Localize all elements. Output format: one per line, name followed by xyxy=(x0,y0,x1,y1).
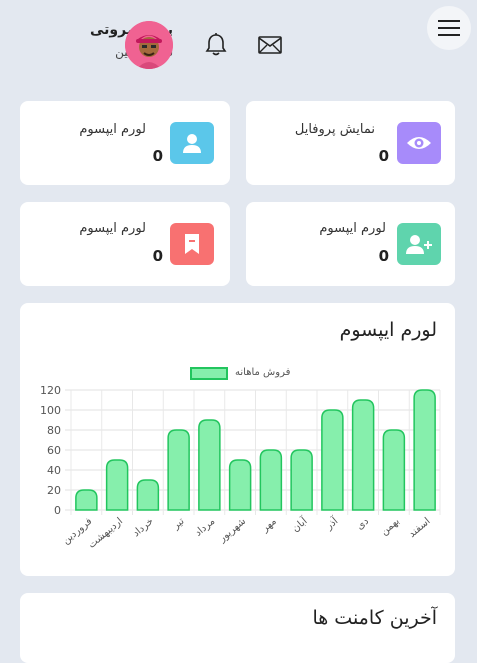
y-tick-label: 40 xyxy=(47,464,61,477)
comments-title: آخرین کامنت ها xyxy=(312,607,437,629)
bar xyxy=(382,429,406,511)
x-tick-label: خرداد xyxy=(131,516,156,539)
bar xyxy=(351,399,375,511)
x-tick-label: مهر xyxy=(259,516,279,535)
y-tick-label: 100 xyxy=(40,404,61,417)
bar xyxy=(105,459,129,511)
y-tick-label: 20 xyxy=(47,484,61,497)
x-tick-label: شهریور xyxy=(216,516,248,545)
y-tick-label: 80 xyxy=(47,424,61,437)
bar-chart: 020406080100120فروردیناردیبهشت خرداد تیر مر… xyxy=(40,384,441,551)
bar xyxy=(198,419,221,511)
y-tick-label: 120 xyxy=(40,384,61,397)
x-tick-label: مرداد xyxy=(193,516,217,539)
bar xyxy=(136,479,160,511)
x-tick-label: اردیبهشت xyxy=(86,516,125,551)
x-tick-label: دی xyxy=(355,516,371,532)
bar xyxy=(290,449,313,511)
x-tick-label: اسفند xyxy=(407,516,433,540)
bar xyxy=(259,449,283,511)
bar xyxy=(413,389,436,511)
x-tick-label: آذر xyxy=(322,514,341,533)
bar xyxy=(75,489,98,511)
comments-card: آخرین کامنت ها xyxy=(20,593,455,663)
bar xyxy=(228,459,252,511)
y-tick-label: 60 xyxy=(47,444,61,457)
x-tick-label: بهمن xyxy=(379,516,402,538)
x-tick-label: تیر xyxy=(170,516,187,532)
x-tick-label: آبان xyxy=(289,514,311,535)
bar xyxy=(321,409,344,511)
y-tick-label: 0 xyxy=(54,504,61,517)
bar xyxy=(167,429,190,511)
